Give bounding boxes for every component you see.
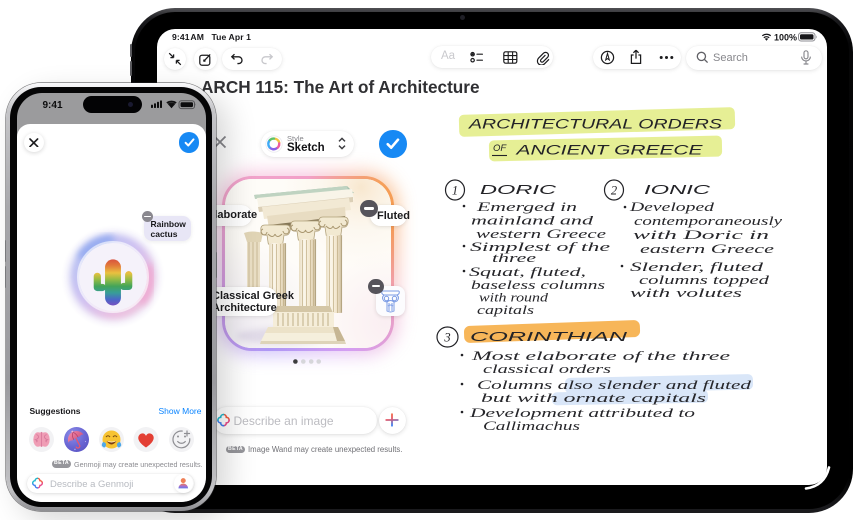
svg-text:with Doric in: with Doric in [633, 227, 769, 242]
svg-text:1: 1 [452, 184, 458, 198]
svg-text:three: three [492, 250, 536, 265]
svg-text:ANCIENT GREECE: ANCIENT GREECE [515, 143, 704, 158]
svg-text:eastern Greece: eastern Greece [640, 241, 774, 256]
svg-text:OF: OF [493, 143, 507, 154]
svg-text:capitals: capitals [477, 302, 534, 317]
svg-text:DORIC: DORIC [480, 183, 558, 197]
svg-text:3: 3 [443, 331, 450, 345]
svg-text:IONIC: IONIC [644, 183, 712, 197]
svg-text:2: 2 [611, 184, 617, 198]
svg-text:with volutes: with volutes [630, 285, 742, 300]
svg-text:classical orders: classical orders [483, 361, 611, 376]
svg-text:Callimachus: Callimachus [483, 418, 580, 433]
svg-text:contemporaneously: contemporaneously [634, 213, 782, 228]
svg-text:ARCHITECTURAL ORDERS: ARCHITECTURAL ORDERS [468, 117, 722, 132]
svg-text:CORINTHIAN: CORINTHIAN [470, 330, 629, 344]
svg-text:but with ornate capitals: but with ornate capitals [481, 390, 706, 405]
svg-text:Developed: Developed [628, 199, 714, 214]
